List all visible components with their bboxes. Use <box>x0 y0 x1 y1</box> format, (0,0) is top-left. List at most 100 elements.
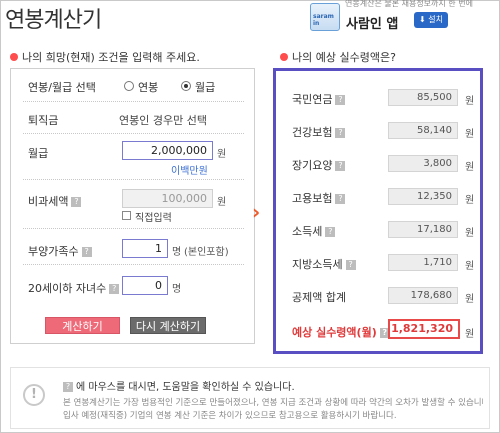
reset-button[interactable]: 다시 계산하기 <box>130 317 206 334</box>
result-value-longterm-care: 3,800 <box>388 155 458 172</box>
dependents-note: (본인포함) <box>184 247 229 258</box>
severance-label: 퇴직금 <box>28 114 59 127</box>
radio-annual-label: 연봉 <box>138 81 159 94</box>
arrow-right-icon: › <box>252 200 261 224</box>
result-unit: 원 <box>465 261 475 272</box>
notice-line: 입사 예정(재직중) 기업의 연봉 계산 기준은 차이가 있으므로 참고용으로 … <box>63 411 397 421</box>
result-heading-text: 나의 예상 실수령액은? <box>292 51 396 64</box>
promo-app-name: 사람인 앱 <box>346 17 399 32</box>
result-label-text: 국민연금 <box>292 93 333 106</box>
monthly-pay-unit: 원 <box>217 149 227 160</box>
help-icon[interactable]: ? <box>345 260 356 270</box>
monthly-pay-input[interactable]: 2,000,000 <box>122 141 213 160</box>
result-label-longterm-care: 장기요양? <box>292 157 346 173</box>
monthly-pay-label: 월급 <box>28 147 49 160</box>
result-label-text: 건강보험 <box>292 126 333 139</box>
children-label-text: 20세이하 자녀수 <box>28 282 107 295</box>
help-icon[interactable]: ? <box>335 161 346 171</box>
result-label-pension: 국민연금? <box>292 91 346 107</box>
result-label-employment: 고용보험? <box>292 190 346 206</box>
divider <box>23 264 244 265</box>
children-label: 20세이하 자녀수? <box>28 280 120 296</box>
severance-note: 연봉인 경우만 선택 <box>119 114 207 127</box>
help-icon: ? <box>63 382 73 392</box>
page-title: 연봉계산기 <box>5 8 102 33</box>
divider <box>23 179 244 180</box>
dependents-label-text: 부양가족수 <box>28 245 79 258</box>
result-value-pension: 85,500 <box>388 89 458 106</box>
dependents-input[interactable]: 1 <box>122 239 168 258</box>
header: 연봉계산기 saram in 연봉계산은 물론 채용정보까지 한 번에 사람인 … <box>0 0 500 40</box>
monthly-pay-hint: 이백만원 <box>171 166 208 177</box>
radio-monthly[interactable] <box>181 81 191 91</box>
result-section-heading: 나의 예상 실수령액은? <box>280 49 396 65</box>
divider <box>23 101 244 102</box>
result-value-income-tax: 17,180 <box>388 221 458 238</box>
calculate-button[interactable]: 계산하기 <box>45 317 120 334</box>
install-button[interactable]: ⬇ 설치 <box>414 12 448 28</box>
non-taxable-label: 비과세액? <box>28 193 82 209</box>
direct-input-label: 직접입력 <box>135 213 172 224</box>
net-pay-value: 1,821,320 <box>388 319 460 339</box>
result-value-total-deductions: 178,680 <box>388 287 458 304</box>
result-label-text: 소득세 <box>292 225 323 238</box>
result-label-text: 지방소득세 <box>292 258 343 271</box>
help-icon[interactable]: ? <box>81 247 92 257</box>
divider <box>23 133 244 134</box>
radio-monthly-label: 월급 <box>195 81 216 94</box>
promo-tagline: 연봉계산은 물론 채용정보까지 한 번에 <box>345 0 473 8</box>
result-label-health: 건강보험? <box>292 124 346 140</box>
result-value-health: 58,140 <box>388 122 458 139</box>
input-heading-text: 나의 희망(현재) 조건을 입력해 주세요. <box>22 51 200 64</box>
help-icon[interactable]: ? <box>335 95 346 105</box>
non-taxable-input[interactable]: 100,000 <box>122 189 213 208</box>
logo-text: saram in <box>313 13 334 27</box>
dependents-unit: 명 <box>172 247 182 258</box>
exclamation-icon: ! <box>23 384 45 406</box>
radio-annual[interactable] <box>124 81 134 91</box>
result-panel: 국민연금? 85,500 원 건강보험? 58,140 원 장기요양? 3,80… <box>273 68 483 354</box>
divider <box>23 228 244 229</box>
net-pay-label-text: 예상 실수령액(월) <box>292 326 377 339</box>
children-input[interactable]: 0 <box>122 276 168 295</box>
salary-type-label: 연봉/월급 선택 <box>28 81 96 94</box>
direct-input-checkbox[interactable] <box>122 211 131 220</box>
children-unit: 명 <box>172 284 182 295</box>
help-icon[interactable]: ? <box>109 284 120 294</box>
result-unit: 원 <box>465 129 475 140</box>
result-label-text: 장기요양 <box>292 159 333 172</box>
net-pay-unit: 원 <box>465 329 475 340</box>
notice-head-text: 에 마우스를 대시면, 도움말을 확인하실 수 있습니다. <box>76 382 295 393</box>
install-label: 설치 <box>428 15 443 24</box>
result-label-text: 공제액 합계 <box>292 291 347 304</box>
result-label-income-tax: 소득세? <box>292 223 336 239</box>
result-label-total-deductions: 공제액 합계 <box>292 289 346 305</box>
result-label-local-tax: 지방소득세? <box>292 256 356 272</box>
download-icon: ⬇ <box>419 15 426 24</box>
saramin-logo: saram in <box>310 3 340 31</box>
help-icon[interactable]: ? <box>325 227 336 237</box>
result-unit: 원 <box>465 228 475 239</box>
non-taxable-label-text: 비과세액 <box>28 195 69 208</box>
help-icon[interactable]: ? <box>335 128 346 138</box>
input-panel: 연봉/월급 선택 연봉 월급 퇴직금 연봉인 경우만 선택 월급 2,000,0… <box>10 68 255 344</box>
bullet-icon <box>280 53 288 61</box>
notice-line: 본 연봉계산기는 가장 범용적인 기준으로 만들어졌으나, 연봉 지급 조건과 … <box>63 398 483 408</box>
net-pay-label: 예상 실수령액(월)? <box>292 324 390 340</box>
result-value-employment: 12,350 <box>388 188 458 205</box>
non-taxable-unit: 원 <box>217 197 227 208</box>
result-unit: 원 <box>465 195 475 206</box>
help-icon[interactable]: ? <box>71 197 82 207</box>
bullet-icon <box>10 53 18 61</box>
notice-head: ? 에 마우스를 대시면, 도움말을 확인하실 수 있습니다. <box>63 378 295 393</box>
result-unit: 원 <box>465 162 475 173</box>
notice-box: ! ? 에 마우스를 대시면, 도움말을 확인하실 수 있습니다. 본 연봉계산기… <box>10 367 490 429</box>
input-section-heading: 나의 희망(현재) 조건을 입력해 주세요. <box>10 49 200 65</box>
help-icon[interactable]: ? <box>335 194 346 204</box>
result-value-local-tax: 1,710 <box>388 254 458 271</box>
app-promo[interactable]: saram in 연봉계산은 물론 채용정보까지 한 번에 사람인 앱 ⬇ 설치 <box>310 0 480 36</box>
dependents-label: 부양가족수? <box>28 243 92 259</box>
result-unit: 원 <box>465 294 475 305</box>
result-label-text: 고용보험 <box>292 192 333 205</box>
result-unit: 원 <box>465 96 475 107</box>
